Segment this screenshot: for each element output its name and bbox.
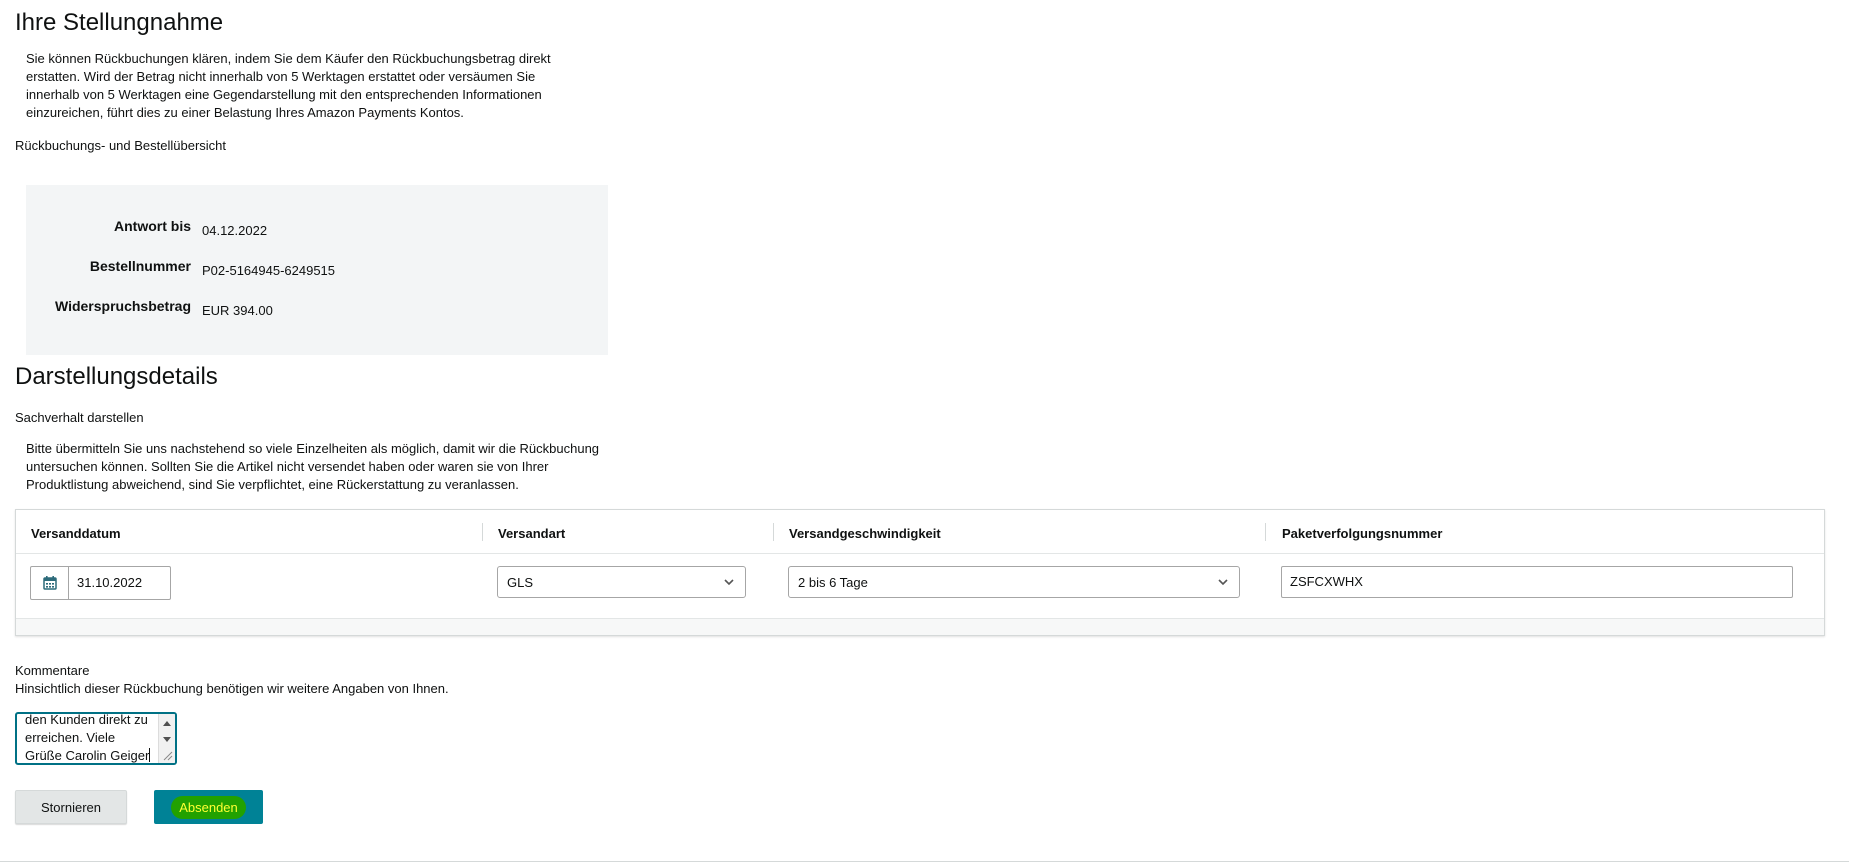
summary-value-deadline: 04.12.2022 — [202, 223, 268, 238]
shipping-speed-select[interactable]: 2 bis 6 Tage — [788, 566, 1240, 598]
details-sublabel: Sachverhalt darstellen — [15, 410, 144, 425]
header-separator — [773, 523, 774, 541]
carrier-select-value: GLS — [507, 575, 534, 590]
ship-date-value[interactable]: 31.10.2022 — [77, 575, 142, 590]
summary-label-deadline: Antwort bis — [114, 218, 191, 234]
comments-label: Kommentare — [15, 663, 90, 678]
page-bottom-divider — [0, 861, 1849, 862]
chevron-down-icon — [724, 579, 734, 586]
summary-value-dispute-amount: EUR 394.00 — [202, 303, 273, 318]
header-separator — [1265, 523, 1266, 541]
carrier-select[interactable]: GLS — [497, 566, 746, 598]
response-title: Ihre Stellungnahme — [15, 9, 224, 36]
summary-panel: Antwort bis 04.12.2022 Bestellnummer P02… — [26, 185, 608, 355]
summary-label-order-number: Bestellnummer — [89, 258, 191, 274]
header-separator — [482, 523, 483, 541]
response-intro: Sie können Rückbuchungen klären, indem S… — [26, 51, 551, 120]
summary-value-order-number: P02-5164945-6249515 — [202, 263, 336, 278]
overview-label: Rückbuchungs- und Bestellübersicht — [15, 138, 227, 153]
shipping-speed-select-value: 2 bis 6 Tage — [798, 575, 868, 590]
calendar-button[interactable] — [31, 567, 69, 599]
cancel-button[interactable]: Stornieren — [15, 790, 127, 824]
submit-button[interactable]: Absenden — [154, 790, 263, 824]
text-cursor — [149, 748, 151, 762]
summary-label-dispute-amount: Widerspruchsbetrag — [54, 298, 191, 314]
scroll-down-icon[interactable] — [163, 737, 171, 742]
table-footer — [16, 619, 1824, 635]
scroll-up-icon[interactable] — [163, 721, 171, 726]
header-tracking-number: Paketverfolgungsnummer — [1282, 526, 1443, 541]
shipping-table: Versanddatum Versandart Versandgeschwind… — [15, 509, 1825, 636]
resize-handle-icon[interactable] — [163, 751, 173, 761]
tracking-number-input[interactable] — [1290, 574, 1770, 589]
comments-hint: Hinsichtlich dieser Rückbuchung benötige… — [15, 681, 449, 696]
comments-text[interactable]: den Kunden direkt zu erreichen. Viele Gr… — [25, 714, 149, 763]
details-intro: Bitte übermitteln Sie uns nachstehend so… — [26, 441, 600, 492]
header-carrier: Versandart — [498, 526, 566, 541]
calendar-icon — [42, 576, 57, 590]
header-ship-date: Versanddatum — [31, 526, 121, 541]
chevron-down-icon — [1218, 579, 1228, 586]
submit-button-label: Absenden — [171, 795, 246, 819]
ship-date-picker[interactable]: 31.10.2022 — [30, 566, 171, 600]
details-title: Darstellungsdetails — [15, 363, 218, 390]
comments-textarea[interactable]: den Kunden direkt zu erreichen. Viele Gr… — [15, 712, 177, 765]
tracking-number-field[interactable] — [1281, 566, 1793, 598]
header-divider — [16, 553, 1824, 554]
header-shipping-speed: Versandgeschwindigkeit — [789, 526, 941, 541]
